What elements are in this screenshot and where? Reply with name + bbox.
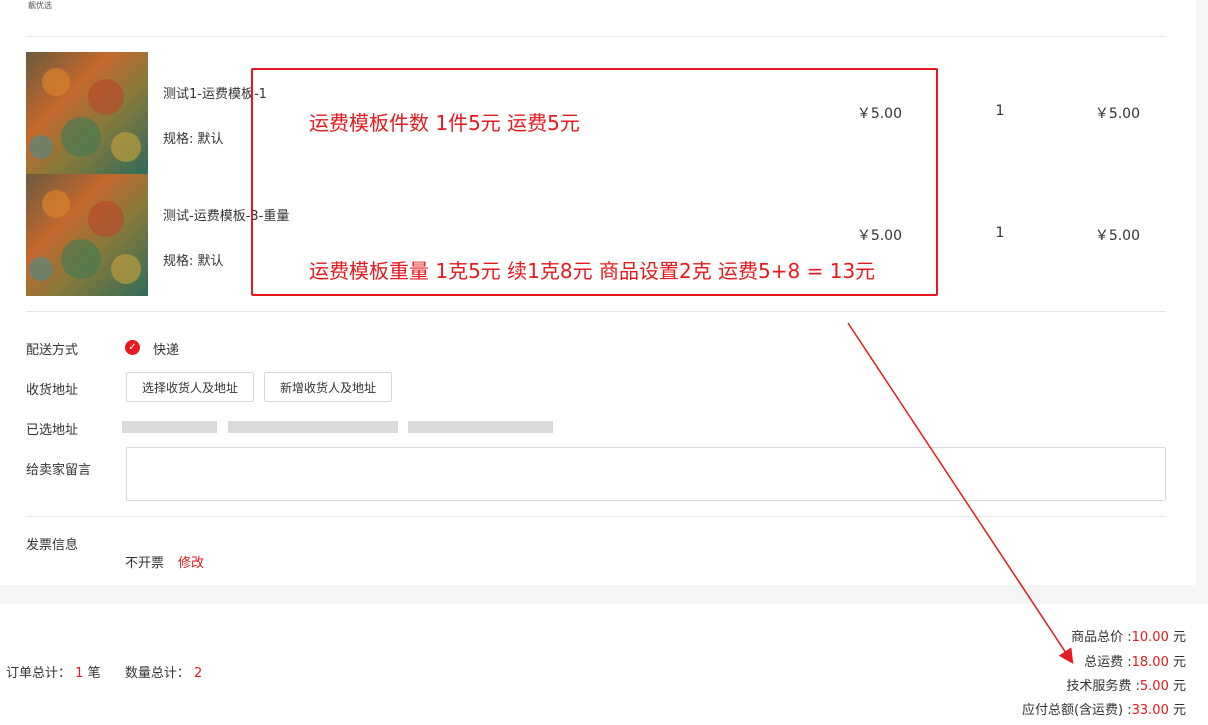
- annotation-arrow: [847, 322, 1074, 665]
